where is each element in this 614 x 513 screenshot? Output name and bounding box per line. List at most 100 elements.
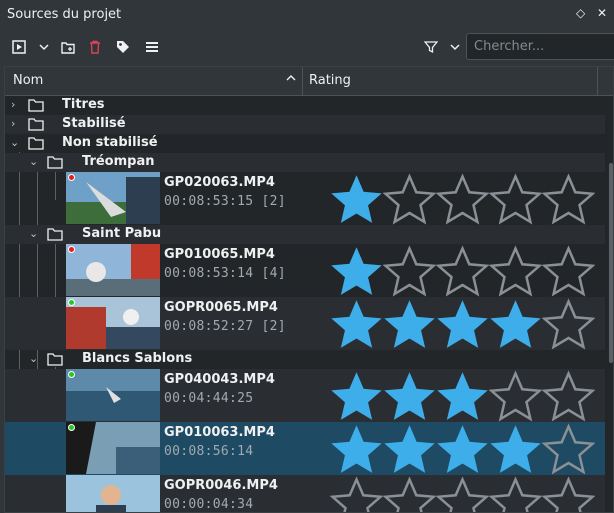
folder-row-saint-pabu[interactable]: ⌄ Saint Pabu <box>5 225 605 244</box>
column-rating-header[interactable]: Rating <box>309 73 351 88</box>
add-clip-icon[interactable] <box>11 39 27 55</box>
folder-icon <box>47 353 63 366</box>
folder-row-stabilise[interactable]: › Stabilisé <box>5 115 605 134</box>
folder-label: Blancs Sablons <box>82 351 193 366</box>
star-empty-icon[interactable] <box>436 245 489 298</box>
star-filled-icon[interactable] <box>330 370 383 423</box>
star-filled-icon[interactable] <box>383 423 436 476</box>
column-name-header[interactable]: Nom <box>13 73 43 88</box>
star-filled-icon[interactable] <box>489 298 542 351</box>
folder-label: Stabilisé <box>62 116 126 131</box>
vertical-scrollbar[interactable] <box>609 163 613 363</box>
float-panel-icon[interactable]: ◇ <box>576 6 585 20</box>
star-empty-icon[interactable] <box>489 245 542 298</box>
status-dot <box>68 174 75 181</box>
clip-duration: 00:00:04:34 <box>164 497 254 512</box>
star-filled-icon[interactable] <box>330 245 383 298</box>
tag-icon[interactable] <box>115 39 131 55</box>
clip-duration: 00:04:44:25 <box>164 391 254 406</box>
filter-icon[interactable] <box>423 39 439 55</box>
star-filled-icon[interactable] <box>436 423 489 476</box>
star-empty-icon[interactable] <box>542 423 595 476</box>
star-empty-icon[interactable] <box>383 476 436 513</box>
clip-thumbnail <box>66 475 160 512</box>
star-empty-icon[interactable] <box>542 370 595 423</box>
star-empty-icon[interactable] <box>542 298 595 351</box>
clip-thumbnail <box>66 422 160 474</box>
star-filled-icon[interactable] <box>436 298 489 351</box>
clip-row[interactable]: GP020063.MP4 00:08:53:15 [2] <box>5 172 605 225</box>
star-empty-icon[interactable] <box>436 173 489 226</box>
star-empty-icon[interactable] <box>489 173 542 226</box>
delete-icon[interactable] <box>87 39 103 55</box>
new-folder-icon[interactable] <box>60 39 76 55</box>
clip-name: GP020063.MP4 <box>164 175 275 190</box>
star-empty-icon[interactable] <box>542 476 595 513</box>
expand-arrow-icon[interactable]: › <box>11 117 15 130</box>
folder-icon <box>28 99 44 112</box>
expand-arrow-icon[interactable]: › <box>11 98 15 111</box>
collapse-arrow-icon[interactable]: ⌄ <box>10 136 19 149</box>
sort-ascending-icon[interactable] <box>286 71 296 85</box>
clip-row[interactable]: GOPR0065.MP4 00:08:52:27 [2] <box>5 297 605 350</box>
star-filled-icon[interactable] <box>383 370 436 423</box>
folder-label: Saint Pabu <box>82 226 162 241</box>
folder-icon <box>28 137 44 150</box>
folder-row-non-stabilise[interactable]: ⌄ Non stabilisé <box>5 134 605 153</box>
clip-duration: 00:08:52:27 [2] <box>164 319 286 334</box>
clip-duration: 00:08:53:15 [2] <box>164 194 286 209</box>
folder-icon <box>47 228 63 241</box>
filter-dropdown-icon[interactable] <box>447 39 463 55</box>
clip-name: GP010065.MP4 <box>164 247 275 262</box>
star-filled-icon[interactable] <box>383 298 436 351</box>
clip-row[interactable]: GP010065.MP4 00:08:53:14 [4] <box>5 244 605 297</box>
collapse-arrow-icon[interactable]: ⌄ <box>29 155 38 168</box>
search-placeholder: Chercher... <box>474 39 545 54</box>
star-filled-icon[interactable] <box>330 423 383 476</box>
star-empty-icon[interactable] <box>542 173 595 226</box>
clip-thumbnail <box>66 369 160 421</box>
star-filled-icon[interactable] <box>489 423 542 476</box>
star-filled-icon[interactable] <box>436 370 489 423</box>
clip-row[interactable]: GOPR0046.MP4 00:00:04:34 <box>5 475 605 513</box>
folder-icon <box>47 156 63 169</box>
folder-row-blancs-sablons[interactable]: ⌄ Blancs Sablons <box>5 350 605 369</box>
folder-label: Tréompan <box>82 154 155 169</box>
clip-thumbnail <box>66 244 160 296</box>
menu-icon[interactable] <box>144 39 160 55</box>
clip-name: GOPR0065.MP4 <box>164 300 278 315</box>
column-divider[interactable] <box>302 67 303 96</box>
star-empty-icon[interactable] <box>489 370 542 423</box>
star-empty-icon[interactable] <box>383 245 436 298</box>
clip-row-selected[interactable]: GP010063.MP4 00:08:56:14 <box>5 422 605 475</box>
project-bin-tree[interactable]: Nom Rating › Titres › Stabilisé ⌄ Non st… <box>4 66 614 513</box>
status-dot <box>68 424 75 431</box>
status-dot <box>68 246 75 253</box>
collapse-arrow-icon[interactable]: ⌄ <box>29 352 38 365</box>
clip-name: GOPR0046.MP4 <box>164 478 278 493</box>
panel-titlebar: Sources du projet ◇ ✕ <box>0 0 614 30</box>
clip-row[interactable]: GP040043.MP4 00:04:44:25 <box>5 369 605 422</box>
folder-row-treompan[interactable]: ⌄ Tréompan <box>5 153 605 172</box>
panel-title: Sources du projet <box>7 7 122 22</box>
dropdown-icon[interactable] <box>36 39 52 55</box>
clip-duration: 00:08:53:14 [4] <box>164 266 286 281</box>
folder-icon <box>28 118 44 131</box>
star-empty-icon[interactable] <box>489 476 542 513</box>
column-divider[interactable] <box>597 67 598 96</box>
clip-thumbnail <box>66 297 160 349</box>
clip-thumbnail <box>66 172 160 224</box>
star-filled-icon[interactable] <box>330 173 383 226</box>
clip-name: GP010063.MP4 <box>164 425 275 440</box>
status-dot <box>68 371 75 378</box>
folder-row-titres[interactable]: › Titres <box>5 96 605 115</box>
search-input[interactable]: Chercher... <box>466 33 614 60</box>
close-panel-icon[interactable]: ✕ <box>597 6 607 20</box>
star-empty-icon[interactable] <box>436 476 489 513</box>
star-filled-icon[interactable] <box>330 298 383 351</box>
clip-name: GP040043.MP4 <box>164 372 275 387</box>
star-empty-icon[interactable] <box>542 245 595 298</box>
star-empty-icon[interactable] <box>383 173 436 226</box>
collapse-arrow-icon[interactable]: ⌄ <box>29 227 38 240</box>
star-empty-icon[interactable] <box>330 476 383 513</box>
